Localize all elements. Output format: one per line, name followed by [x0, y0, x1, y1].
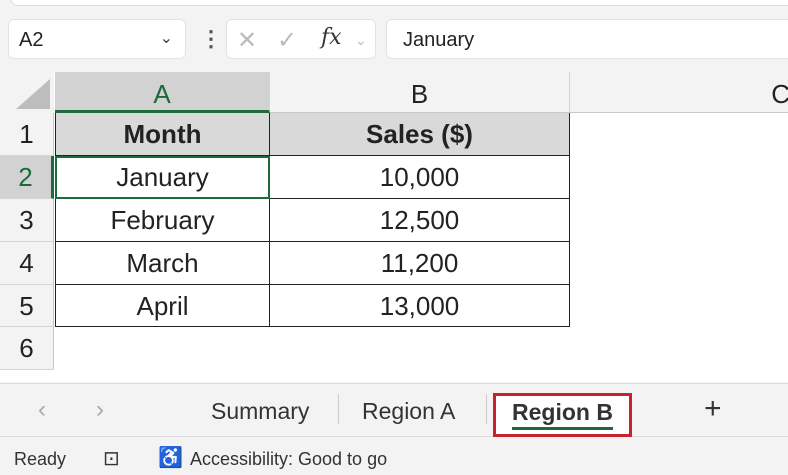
cell-b2[interactable]: 10,000 [270, 156, 570, 199]
row-header-5[interactable]: 5 [0, 285, 54, 327]
cell-b4[interactable]: 11,200 [270, 242, 570, 285]
status-ready: Ready [14, 449, 66, 470]
column-header-a[interactable]: A [55, 72, 270, 113]
row-header-6[interactable]: 6 [0, 327, 54, 370]
cell-a2[interactable]: January [55, 156, 270, 199]
row-header-1[interactable]: 1 [0, 113, 54, 156]
row-header-2[interactable]: 2 [0, 156, 54, 199]
add-sheet-button[interactable]: + [704, 392, 722, 426]
cell-b3[interactable]: 12,500 [270, 199, 570, 242]
chevron-down-icon[interactable]: ⌄ [355, 32, 367, 49]
name-box[interactable]: A2 ⌄ [8, 19, 186, 59]
macro-recording-icon[interactable]: ⊡ [103, 446, 120, 471]
row-header-4[interactable]: 4 [0, 242, 54, 285]
header-cell-sales[interactable]: Sales ($) [270, 113, 570, 156]
spreadsheet-grid[interactable]: A B C 1 2 3 4 5 6 Month Sales ($) Januar… [0, 72, 788, 382]
accessibility-status[interactable]: Accessibility: Good to go [190, 449, 387, 470]
sheet-tab-label: Region B [512, 399, 613, 430]
cancel-icon[interactable]: ✕ [237, 26, 257, 55]
sheet-tab-region-b[interactable]: Region B [493, 393, 632, 437]
name-box-value: A2 [19, 29, 43, 51]
chevron-down-icon[interactable]: ⌄ [160, 28, 173, 48]
enter-icon[interactable]: ✓ [277, 26, 297, 55]
formula-input[interactable]: January [386, 19, 788, 59]
tab-divider [486, 394, 487, 424]
sheet-tab-summary[interactable]: Summary [211, 398, 309, 425]
cell-a4[interactable]: March [55, 242, 270, 285]
column-header-c[interactable]: C [570, 72, 788, 113]
more-options-icon[interactable]: ⋮ [200, 26, 222, 52]
header-cell-month[interactable]: Month [55, 113, 270, 156]
tab-divider [338, 394, 339, 424]
row-header-3[interactable]: 3 [0, 199, 54, 242]
sheet-tab-region-a[interactable]: Region A [362, 398, 455, 425]
sheet-tab-bar: ‹ › Summary Region A Region B + [0, 383, 788, 437]
formula-controls: ✕ ✓ fx ⌄ [226, 19, 376, 59]
column-header-b[interactable]: B [270, 72, 570, 113]
cell-a5[interactable]: April [55, 285, 270, 327]
status-bar: Ready ⊡ ♿ Accessibility: Good to go [0, 440, 788, 475]
insert-function-button[interactable]: fx [321, 25, 342, 50]
accessibility-icon[interactable]: ♿ [158, 445, 183, 470]
cell-b5[interactable]: 13,000 [270, 285, 570, 327]
cell-a3[interactable]: February [55, 199, 270, 242]
ribbon-edge [10, 0, 788, 6]
scroll-left-icon[interactable]: ‹ [38, 396, 46, 424]
select-all-button[interactable] [0, 72, 54, 113]
scroll-right-icon[interactable]: › [96, 396, 104, 424]
